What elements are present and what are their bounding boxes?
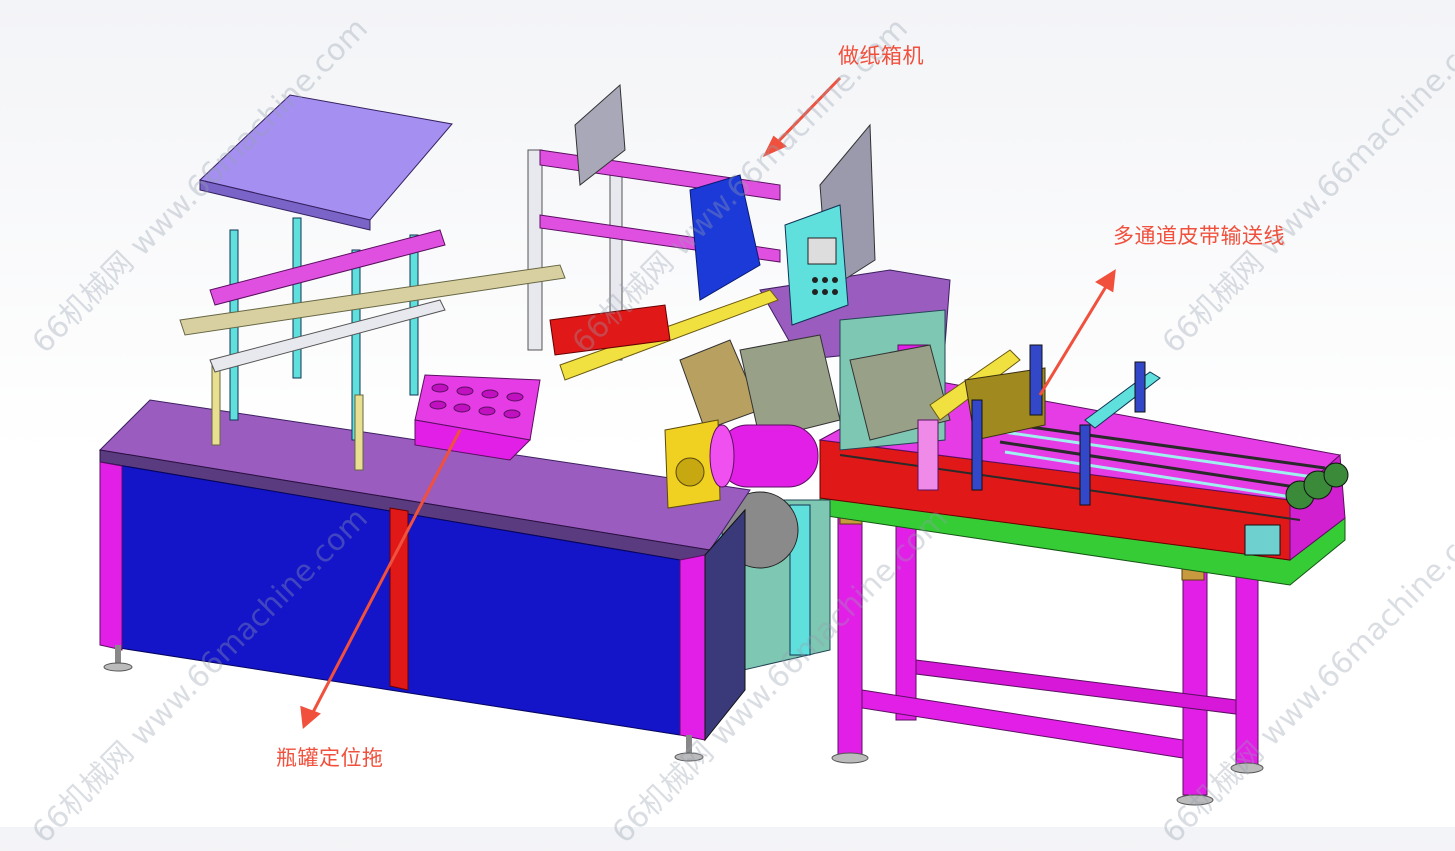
arrow-belt-conveyor xyxy=(1038,279,1112,396)
label-belt-conveyor: 多通道皮带输送线 xyxy=(1113,224,1285,248)
label-bottle-tray: 瓶罐定位拖 xyxy=(276,746,384,770)
label-carton-machine: 做纸箱机 xyxy=(838,44,924,68)
